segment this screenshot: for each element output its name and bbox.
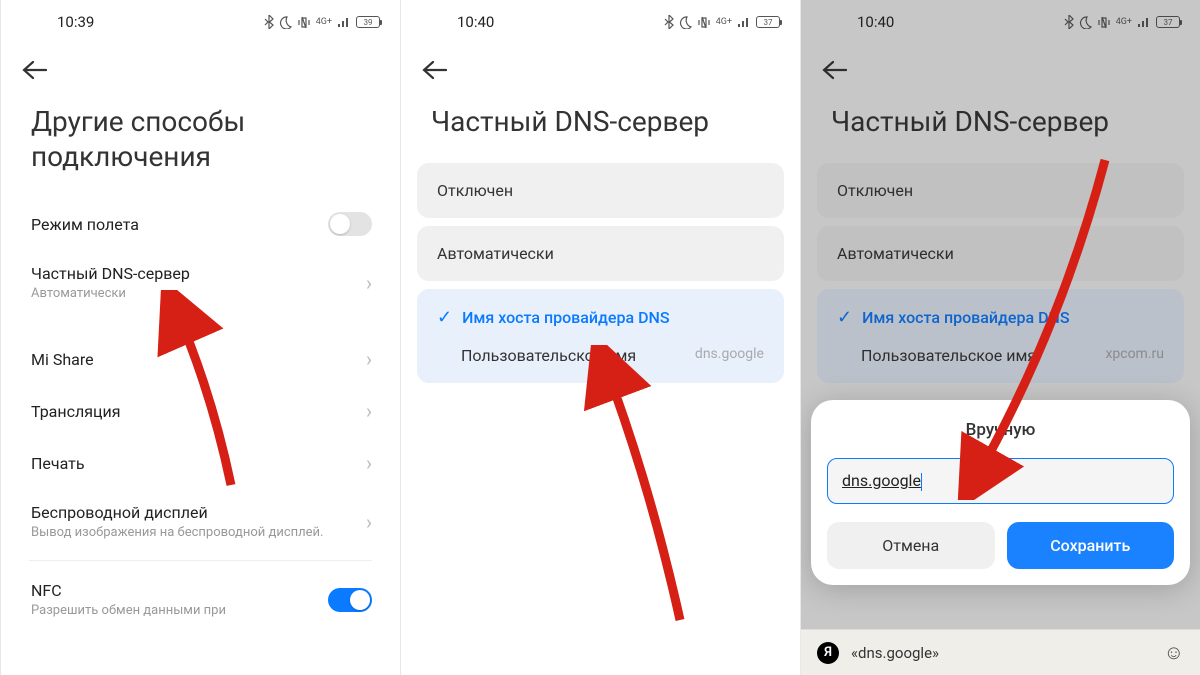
row-label: Частный DNS-сервер (31, 264, 190, 283)
page-title: Частный DNS-сервер (801, 94, 1200, 163)
row-label: Mi Share (31, 350, 94, 369)
button-label: Отмена (882, 536, 939, 555)
text-cursor (921, 473, 923, 491)
chevron-right-icon: › (366, 347, 372, 371)
status-time: 10:39 (57, 13, 94, 31)
phone-screen-1: 10:39 4G+ 39 Другие способы подключения … (0, 0, 400, 675)
signal-icon (737, 17, 751, 28)
back-button[interactable] (821, 58, 847, 86)
row-wireless-display[interactable]: Беспроводной дисплей Вывод изображения н… (1, 489, 400, 554)
network-label: 4G+ (316, 17, 332, 27)
row-label: Печать (31, 454, 85, 473)
option-custom-value: dns.google (695, 346, 764, 365)
row-cast[interactable]: Трансляция › (1, 385, 400, 437)
back-button[interactable] (421, 58, 447, 86)
row-nfc[interactable]: NFC Разрешить обмен данными при (1, 567, 400, 632)
moon-icon (279, 16, 292, 29)
battery-icon: 37 (1156, 16, 1180, 28)
row-label: Режим полета (31, 215, 139, 234)
annotation-arrow (540, 345, 700, 635)
option-dns-off[interactable]: Отключен (417, 163, 784, 218)
dns-hostname-input[interactable]: dns.google (827, 458, 1174, 504)
check-icon: ✓ (437, 307, 452, 328)
suggestion-text[interactable]: «dns.google» (851, 644, 1152, 662)
row-label: Беспроводной дисплей (31, 503, 323, 522)
option-dns-off[interactable]: Отключен (817, 163, 1184, 218)
option-custom-label: Пользовательское имя (861, 346, 1036, 365)
status-time: 10:40 (857, 13, 894, 31)
option-label: Отключен (837, 181, 913, 200)
battery-icon: 39 (356, 16, 380, 28)
chevron-right-icon: › (366, 451, 372, 475)
option-custom-label: Пользовательское имя (461, 346, 636, 365)
save-button[interactable]: Сохранить (1007, 522, 1175, 569)
keyboard-suggestion-bar[interactable]: Я «dns.google» ☺ (801, 629, 1200, 675)
phone-screen-2: 10:40 4G+ 37 Частный DNS-сервер Отключен… (400, 0, 800, 675)
row-mi-share[interactable]: Mi Share › (1, 333, 400, 385)
option-dns-auto[interactable]: Автоматически (417, 226, 784, 281)
status-icons: 4G+ 39 (264, 15, 380, 29)
network-label: 4G+ (1116, 17, 1132, 27)
moon-icon (679, 16, 692, 29)
divider (29, 560, 372, 561)
row-airplane-mode[interactable]: Режим полета (1, 198, 400, 250)
option-dns-auto[interactable]: Автоматически (817, 226, 1184, 281)
option-label: Имя хоста провайдера DNS (462, 308, 669, 327)
option-label: Автоматически (837, 244, 954, 263)
airplane-toggle[interactable] (328, 212, 372, 236)
chevron-right-icon: › (366, 399, 372, 423)
row-sublabel: Вывод изображения на беспроводной диспле… (31, 525, 323, 540)
row-print[interactable]: Печать › (1, 437, 400, 489)
input-value: dns.google (842, 471, 921, 490)
status-bar: 10:39 4G+ 39 (1, 0, 400, 44)
dialog-title: Вручную (827, 420, 1174, 440)
back-row (801, 44, 1200, 94)
back-button[interactable] (21, 58, 47, 86)
vibrate-icon (697, 16, 711, 29)
status-icons: 4G+ 37 (1064, 15, 1180, 29)
bluetooth-icon (264, 15, 274, 29)
cancel-button[interactable]: Отмена (827, 522, 995, 569)
bluetooth-icon (664, 15, 674, 29)
option-label: Автоматически (437, 244, 554, 263)
page-title: Частный DNS-сервер (401, 94, 800, 163)
option-dns-hostname[interactable]: ✓ Имя хоста провайдера DNS Пользовательс… (417, 289, 784, 383)
status-bar: 10:40 4G+ 37 (401, 0, 800, 44)
nfc-toggle[interactable] (328, 588, 372, 612)
yandex-icon[interactable]: Я (817, 642, 839, 664)
status-icons: 4G+ 37 (664, 15, 780, 29)
chevron-right-icon: › (366, 510, 372, 534)
row-label: NFC (31, 581, 226, 600)
dns-dialog: Вручную dns.google Отмена Сохранить (811, 400, 1190, 585)
button-label: Сохранить (1050, 536, 1130, 555)
status-bar: 10:40 4G+ 37 (801, 0, 1200, 44)
vibrate-icon (297, 16, 311, 29)
row-private-dns[interactable]: Частный DNS-сервер Автоматически › (1, 250, 400, 315)
emoji-icon[interactable]: ☺ (1164, 640, 1184, 665)
option-custom-value: xpcom.ru (1105, 346, 1164, 365)
back-row (401, 44, 800, 94)
battery-icon: 37 (756, 16, 780, 28)
signal-icon (337, 17, 351, 28)
option-dns-hostname[interactable]: ✓ Имя хоста провайдера DNS Пользовательс… (817, 289, 1184, 383)
option-label: Имя хоста провайдера DNS (862, 308, 1069, 327)
row-label: Трансляция (31, 402, 121, 421)
status-time: 10:40 (457, 13, 494, 31)
row-sublabel: Разрешить обмен данными при (31, 603, 226, 618)
back-row (1, 44, 400, 94)
network-label: 4G+ (716, 17, 732, 27)
phone-screen-3: 10:40 4G+ 37 Частный DNS-сервер Отключен… (800, 0, 1200, 675)
vibrate-icon (1097, 16, 1111, 29)
check-icon: ✓ (837, 307, 852, 328)
chevron-right-icon: › (366, 271, 372, 295)
option-label: Отключен (437, 181, 513, 200)
moon-icon (1079, 16, 1092, 29)
bluetooth-icon (1064, 15, 1074, 29)
signal-icon (1137, 17, 1151, 28)
page-title: Другие способы подключения (1, 94, 400, 198)
row-sublabel: Автоматически (31, 286, 190, 301)
